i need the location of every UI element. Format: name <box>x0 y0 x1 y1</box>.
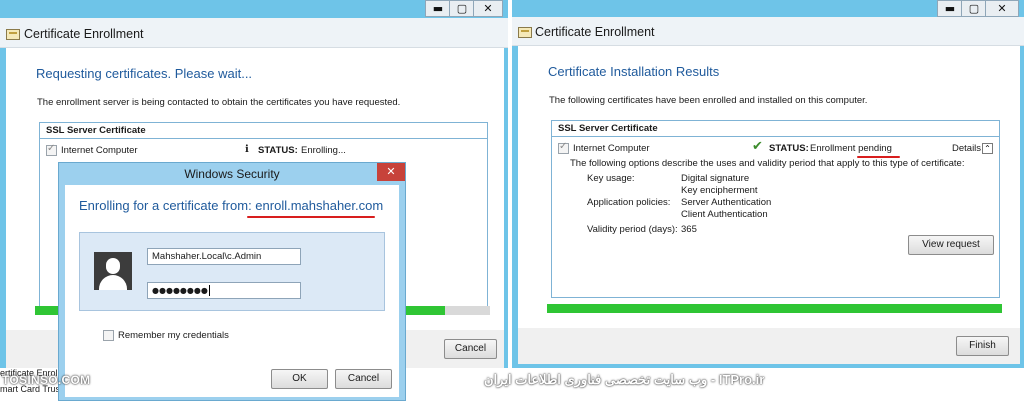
dialog-close-button[interactable]: ✕ <box>377 163 405 181</box>
enrollment-server-name: enroll.mahshaher.com <box>255 198 384 213</box>
watermark-right: ITPro.ir - وب سایت تخصصی فناوری اطلاعات … <box>484 372 765 387</box>
key-usage-label: Key usage: <box>587 173 635 184</box>
application-policy-1: Server Authentication <box>681 197 772 208</box>
left-status-value: Enrolling... <box>301 145 346 156</box>
key-usage-value-1: Digital signature <box>681 173 750 184</box>
collapse-details-button[interactable]: ⌃ <box>982 143 993 154</box>
left-cancel-button[interactable]: Cancel <box>444 339 497 359</box>
minimize-button[interactable]: ▬ <box>937 0 963 17</box>
right-internet-computer-checkbox[interactable] <box>558 141 569 154</box>
close-button[interactable]: ✕ <box>985 0 1019 17</box>
right-status-value: Enrollment pending <box>810 143 892 154</box>
right-window-titlebar: Certificate Enrollment <box>512 17 1024 46</box>
windows-security-dialog: Windows Security ✕ Enrolling for a certi… <box>58 162 406 401</box>
view-request-button[interactable]: View request <box>908 235 994 255</box>
dialog-body: Enrolling for a certificate from: enroll… <box>65 185 399 397</box>
watermark-left: TOSINSO.COM <box>2 373 91 387</box>
left-internet-computer-checkbox[interactable] <box>46 143 57 156</box>
dialog-cancel-button[interactable]: Cancel <box>335 369 392 389</box>
right-status-label: STATUS: <box>769 143 809 154</box>
application-policy-2: Client Authentication <box>681 209 768 220</box>
username-field[interactable]: Mahshaher.Local\c.Admin <box>147 248 301 265</box>
maximize-button[interactable]: ▢ <box>961 0 987 17</box>
right-progress-fill <box>547 304 1002 313</box>
right-heading: Certificate Installation Results <box>548 64 720 79</box>
group-divider <box>552 136 999 137</box>
right-description: The following certificates have been enr… <box>549 95 868 106</box>
group-divider <box>40 138 487 139</box>
dialog-ok-button[interactable]: OK <box>271 369 328 389</box>
minimize-button[interactable]: ▬ <box>425 0 451 17</box>
left-group-title: SSL Server Certificate <box>46 125 146 136</box>
right-window-footer: Finish <box>518 328 1020 364</box>
right-internet-computer-label: Internet Computer <box>573 143 650 154</box>
key-usage-value-2: Key encipherment <box>681 185 758 196</box>
status-value-prefix: Enrollment <box>810 143 859 154</box>
password-field[interactable]: ●●●●●●●● <box>147 282 301 299</box>
dialog-heading: Enrolling for a certificate from: enroll… <box>79 198 383 213</box>
success-check-icon: ✔ <box>752 139 763 154</box>
left-description: The enrollment server is being contacted… <box>37 97 401 108</box>
status-value-pending: pending <box>858 143 892 154</box>
right-progress-bar <box>547 304 1002 313</box>
info-icon: ℹ <box>245 144 249 155</box>
certificate-icon <box>6 29 20 40</box>
application-policies-label: Application policies: <box>587 197 671 208</box>
user-avatar-icon <box>94 252 132 290</box>
remember-credentials-checkbox[interactable] <box>103 330 114 341</box>
left-status-label: STATUS: <box>258 145 298 156</box>
maximize-button[interactable]: ▢ <box>449 0 475 17</box>
right-group-title: SSL Server Certificate <box>558 123 658 134</box>
details-label: Details <box>952 143 982 154</box>
left-window-titlebar: Certificate Enrollment <box>0 18 508 48</box>
close-button[interactable]: ✕ <box>473 0 503 17</box>
left-window-caption-strip: ▬ ▢ ✕ <box>0 0 508 18</box>
dialog-heading-prefix: Enrolling for a certificate from: <box>79 198 256 213</box>
left-window-title: Certificate Enrollment <box>24 27 144 41</box>
left-heading: Requesting certificates. Please wait... <box>36 66 253 81</box>
password-mask: ●●●●●●●● <box>152 286 208 295</box>
credential-panel: Mahshaher.Local\c.Admin ●●●●●●●● <box>79 232 385 311</box>
left-internet-computer-label: Internet Computer <box>61 145 138 156</box>
certificate-icon <box>518 27 532 38</box>
finish-button[interactable]: Finish <box>956 336 1009 356</box>
annotation-underline <box>247 216 375 218</box>
validity-period-label: Validity period (days): <box>587 224 678 235</box>
validity-period-value: 365 <box>681 224 697 235</box>
options-description: The following options describe the uses … <box>570 158 965 169</box>
right-certificate-group: SSL Server Certificate Internet Computer… <box>551 120 1000 298</box>
dialog-title: Windows Security <box>184 167 280 181</box>
remember-credentials-label: Remember my credentials <box>118 330 229 341</box>
right-window-body: Certificate Installation Results The fol… <box>518 46 1020 328</box>
right-window-title: Certificate Enrollment <box>535 25 655 39</box>
